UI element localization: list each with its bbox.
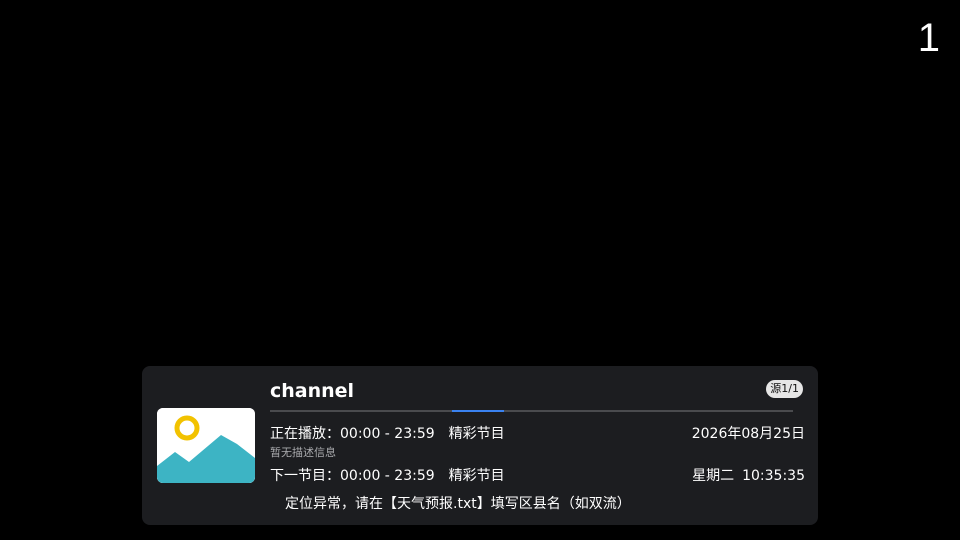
date-text: 2026年08月25日 <box>691 426 805 442</box>
now-playing-title: 精彩节目 <box>448 426 505 442</box>
channel-number: 1 <box>917 16 940 60</box>
next-program-title: 精彩节目 <box>448 468 505 484</box>
now-playing-row: 正在播放：00:00 - 23:59 精彩节目 2026年08月25日 <box>270 425 805 443</box>
weekday-text: 星期二 <box>692 468 735 484</box>
program-description: 暂无描述信息 <box>270 446 336 459</box>
channel-logo <box>157 408 255 483</box>
next-program-time: 00:00 - 23:59 <box>340 468 435 484</box>
clock-text: 10:35:35 <box>742 468 805 484</box>
next-program-row: 下一节目：00:00 - 23:59 精彩节目 星期二 10:35:35 <box>270 467 805 485</box>
channel-name: channel <box>270 380 355 402</box>
image-placeholder-icon <box>157 408 255 483</box>
next-program-label: 下一节目： <box>270 468 340 484</box>
channel-info-panel: channel 源1/1 正在播放：00:00 - 23:59 精彩节目 2026… <box>142 366 818 525</box>
now-playing-time: 00:00 - 23:59 <box>340 426 435 442</box>
weekday-clock: 星期二 10:35:35 <box>692 467 805 485</box>
program-progress-fill <box>452 410 505 412</box>
weather-notice: 定位异常，请在【天气预报.txt】填写区县名（如双流） <box>285 496 631 512</box>
now-playing-label: 正在播放： <box>270 426 340 442</box>
program-progress-bar <box>270 410 793 412</box>
source-badge: 源1/1 <box>766 380 803 398</box>
